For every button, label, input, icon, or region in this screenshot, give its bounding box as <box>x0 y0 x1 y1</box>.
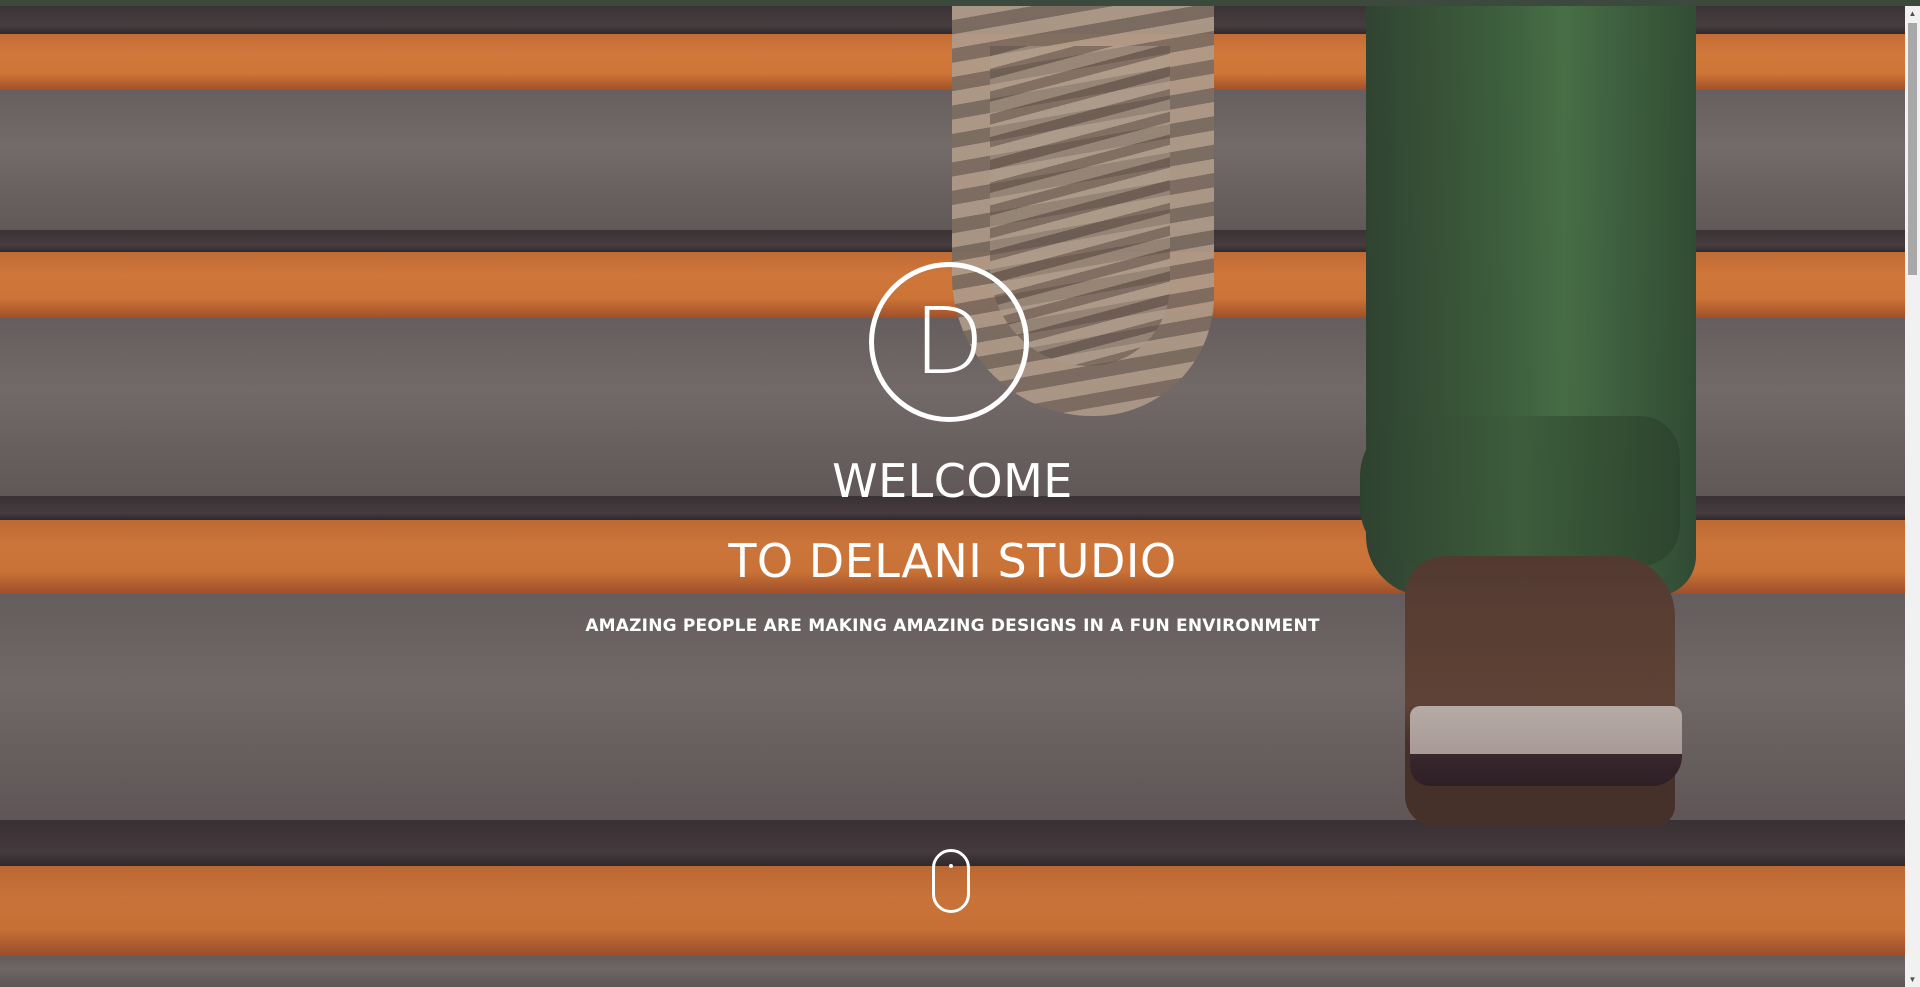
mouse-scroll-wheel <box>949 864 953 868</box>
hero-content: D WELCOME TO DELANI STUDIO AMAZING PEOPL… <box>0 6 1905 987</box>
scrollbar-thumb[interactable] <box>1908 23 1917 275</box>
hero-title-line1: WELCOME <box>832 454 1073 508</box>
hero-tagline: AMAZING PEOPLE ARE MAKING AMAZING DESIGN… <box>585 616 1320 636</box>
chevron-down-icon[interactable]: ▼ <box>1905 972 1920 987</box>
brand-logo-letter: D <box>913 288 985 395</box>
chevron-up-icon[interactable]: ▲ <box>1905 6 1920 21</box>
hero-viewport: D WELCOME TO DELANI STUDIO AMAZING PEOPL… <box>0 6 1905 987</box>
page-scrollbar[interactable]: ▲ ▼ <box>1905 6 1920 987</box>
mouse-scroll-icon[interactable] <box>932 849 970 913</box>
brand-logo[interactable]: D <box>869 262 1029 422</box>
hero-title-line2: TO DELANI STUDIO <box>728 534 1177 588</box>
